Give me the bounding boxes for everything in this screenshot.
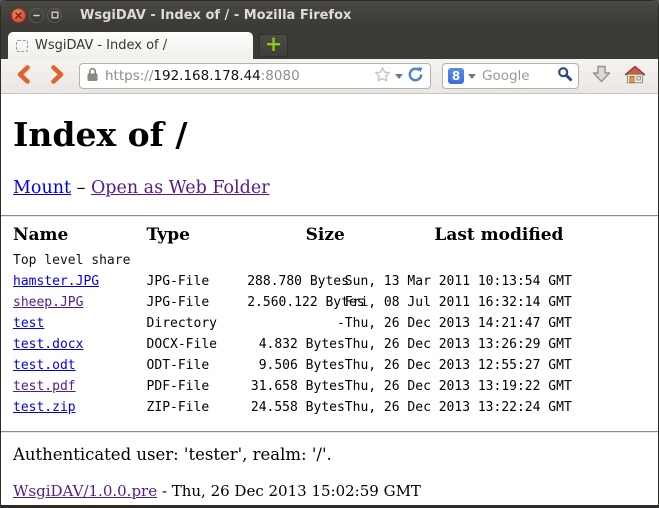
cell-type: Directory xyxy=(147,313,248,334)
bookmark-star-icon[interactable] xyxy=(374,66,391,87)
section-row: Top level share xyxy=(13,250,653,271)
mount-links-line: Mount – Open as Web Folder xyxy=(13,178,650,198)
table-header-row: Name Type Size Last modified xyxy=(13,217,653,250)
close-button[interactable] xyxy=(11,8,26,23)
cell-size: 288.780 Bytes xyxy=(247,271,345,292)
url-port: :8080 xyxy=(261,68,300,84)
divider-bottom xyxy=(1,431,658,433)
forward-button[interactable] xyxy=(44,64,70,88)
home-icon xyxy=(624,65,646,88)
table-row: test Directory - Thu, 26 Dec 2013 14:21:… xyxy=(13,313,653,334)
table-row: hamster.JPG JPG-File 288.780 Bytes Sun, … xyxy=(13,271,653,292)
cell-size: 4.832 Bytes xyxy=(247,334,345,355)
tab-strip: WsgiDAV - Index of / + xyxy=(1,29,658,59)
cell-name: hamster.JPG xyxy=(13,271,147,292)
home-button[interactable] xyxy=(624,65,646,88)
table-row: test.odt ODT-File 9.506 Bytes Thu, 26 De… xyxy=(13,355,653,376)
cell-name: sheep.JPG xyxy=(13,292,147,313)
file-link[interactable]: sheep.JPG xyxy=(13,295,83,310)
new-tab-button[interactable]: + xyxy=(259,34,288,57)
back-button[interactable] xyxy=(10,64,36,88)
page-content: Index of / Mount – Open as Web Folder Na… xyxy=(1,94,658,505)
cell-name: test.docx xyxy=(13,334,147,355)
cell-size: 24.558 Bytes xyxy=(247,397,345,418)
search-magnifier-icon[interactable] xyxy=(557,66,573,86)
authenticated-user-line: Authenticated user: 'tester', realm: '/'… xyxy=(13,445,650,464)
cell-last-modified: Thu, 26 Dec 2013 14:21:47 GMT xyxy=(345,313,653,334)
google-favicon-icon[interactable]: 8 xyxy=(448,68,464,84)
url-scheme: https:// xyxy=(105,68,153,84)
window-title: WsgiDAV - Index of / - Mozilla Firefox xyxy=(80,8,351,23)
reload-icon[interactable] xyxy=(407,66,424,87)
wsgidav-version-link[interactable]: WsgiDAV/1.0.0.pre xyxy=(13,482,157,500)
maximize-icon xyxy=(51,11,59,19)
file-link[interactable]: test.zip xyxy=(13,400,76,415)
cell-size: 2.560.122 Bytes xyxy=(247,292,345,313)
url-bar[interactable]: https://192.168.178.44:8080 xyxy=(79,63,431,89)
favicon-placeholder-icon xyxy=(16,40,28,52)
cell-type: ZIP-File xyxy=(147,397,248,418)
footer-timestamp: - Thu, 26 Dec 2013 15:02:59 GMT xyxy=(157,482,421,500)
cell-size: - xyxy=(247,313,345,334)
cell-name: test.zip xyxy=(13,397,147,418)
search-input[interactable] xyxy=(480,67,557,85)
file-link[interactable]: test.odt xyxy=(13,358,76,373)
tab-wsgidav[interactable]: WsgiDAV - Index of / xyxy=(8,32,253,59)
tab-title: WsgiDAV - Index of / xyxy=(35,38,167,53)
file-link[interactable]: test xyxy=(13,316,44,331)
cell-name: test xyxy=(13,313,147,334)
cell-type: JPG-File xyxy=(147,292,248,313)
column-header-name: Name xyxy=(13,217,147,250)
column-header-size: Size xyxy=(247,217,345,250)
cell-last-modified: Fri, 08 Jul 2011 16:32:14 GMT xyxy=(345,292,653,313)
directory-listing-table: Name Type Size Last modified Top level s… xyxy=(13,217,653,418)
url-text[interactable]: https://192.168.178.44:8080 xyxy=(105,68,374,84)
bookmark-dropdown-caret-icon[interactable] xyxy=(395,74,403,79)
file-link[interactable]: hamster.JPG xyxy=(13,274,99,289)
minimize-icon xyxy=(33,12,40,19)
maximize-button[interactable] xyxy=(47,8,62,23)
cell-type: ODT-File xyxy=(147,355,248,376)
search-box[interactable]: 8 xyxy=(442,63,579,89)
cell-type: PDF-File xyxy=(147,376,248,397)
column-header-type: Type xyxy=(147,217,248,250)
mount-link[interactable]: Mount xyxy=(13,178,71,198)
lock-icon xyxy=(86,67,99,86)
urlbar-actions xyxy=(374,66,424,87)
cell-name: test.odt xyxy=(13,355,147,376)
table-row: sheep.JPG JPG-File 2.560.122 Bytes Fri, … xyxy=(13,292,653,313)
table-row: test.docx DOCX-File 4.832 Bytes Thu, 26 … xyxy=(13,334,653,355)
cell-last-modified: Thu, 26 Dec 2013 13:26:29 GMT xyxy=(345,334,653,355)
cell-size: 31.658 Bytes xyxy=(247,376,345,397)
back-icon xyxy=(15,64,32,89)
page-title: Index of / xyxy=(13,116,650,154)
file-link[interactable]: test.pdf xyxy=(13,379,76,394)
cell-last-modified: Thu, 26 Dec 2013 12:55:27 GMT xyxy=(345,355,653,376)
minimize-button[interactable] xyxy=(29,8,44,23)
server-footer: WsgiDAV/1.0.0.pre - Thu, 26 Dec 2013 15:… xyxy=(13,482,650,500)
file-link[interactable]: test.docx xyxy=(13,337,83,352)
table-row: test.zip ZIP-File 24.558 Bytes Thu, 26 D… xyxy=(13,397,653,418)
column-header-last-modified: Last modified xyxy=(345,217,653,250)
cell-last-modified: Sun, 13 Mar 2011 10:13:54 GMT xyxy=(345,271,653,292)
cell-size: 9.506 Bytes xyxy=(247,355,345,376)
open-as-web-folder-link[interactable]: Open as Web Folder xyxy=(91,178,270,198)
cell-last-modified: Thu, 26 Dec 2013 13:22:24 GMT xyxy=(345,397,653,418)
downloads-button[interactable] xyxy=(591,64,612,88)
close-icon xyxy=(15,12,22,19)
section-label: Top level share xyxy=(13,250,653,271)
navigation-toolbar: https://192.168.178.44:8080 8 xyxy=(1,59,658,94)
cell-type: JPG-File xyxy=(147,271,248,292)
search-engine-caret-icon[interactable] xyxy=(468,74,476,79)
table-row: test.pdf PDF-File 31.658 Bytes Thu, 26 D… xyxy=(13,376,653,397)
url-host: 192.168.178.44 xyxy=(153,68,260,84)
cell-last-modified: Thu, 26 Dec 2013 13:19:22 GMT xyxy=(345,376,653,397)
cell-type: DOCX-File xyxy=(147,334,248,355)
download-arrow-icon xyxy=(591,64,612,88)
link-separator: – xyxy=(77,178,86,198)
firefox-window: WsgiDAV - Index of / - Mozilla Firefox W… xyxy=(0,0,659,508)
forward-icon xyxy=(49,64,66,89)
title-bar: WsgiDAV - Index of / - Mozilla Firefox xyxy=(1,1,658,29)
cell-name: test.pdf xyxy=(13,376,147,397)
